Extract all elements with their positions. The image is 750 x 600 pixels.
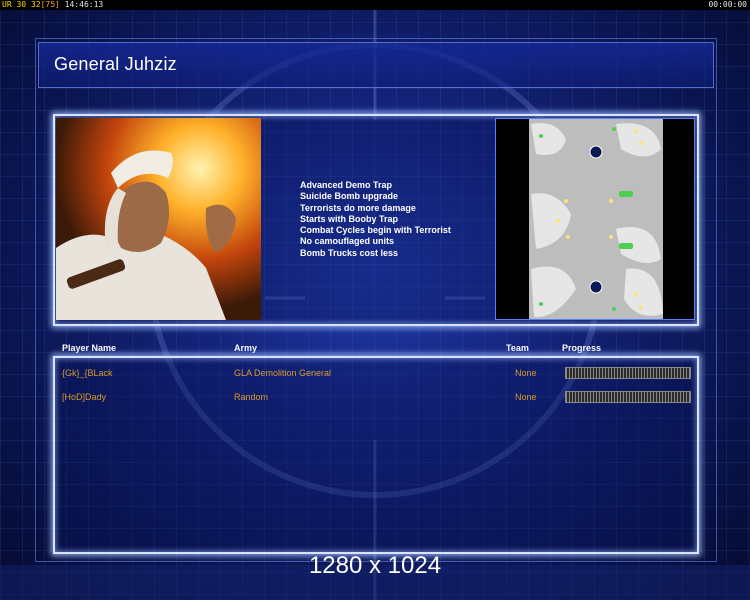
status-bar: UR 30 32[75] 14:46:13 00:00:00 — [0, 0, 750, 10]
player-progress-bar — [565, 367, 691, 379]
fps-value-c: [75] — [40, 0, 60, 9]
general-portrait — [56, 118, 261, 320]
player-row: [HoD]Dady Random None — [56, 388, 696, 406]
feature-item: Suicide Bomb upgrade — [300, 191, 399, 202]
feature-item: No camouflaged units — [300, 236, 395, 247]
feature-item: Bomb Trucks cost less — [300, 247, 399, 258]
resolution-label: 1280 x 1024 — [308, 552, 442, 579]
clock-left: 14:46:13 — [64, 0, 104, 9]
player-name: {Gk}_{BLack — [62, 368, 113, 378]
player-name: [HoD]Dady — [62, 392, 107, 402]
ur-label: UR — [2, 0, 12, 9]
general-features-list: Advanced Demo Trap Suicide Bomb upgrade … — [300, 180, 451, 259]
clock-right: 00:00:00 — [708, 0, 747, 9]
map-preview — [495, 118, 695, 320]
loading-screen: UR 30 32[75] 14:46:13 00:00:00 General J… — [0, 0, 750, 600]
player-army: Random — [234, 392, 269, 402]
player-army: GLA Demolition General — [234, 368, 332, 378]
feature-item: Terrorists do more damage — [300, 202, 416, 213]
feature-item: Starts with Booby Trap — [300, 213, 399, 224]
player-team: None — [515, 392, 537, 402]
feature-item: Advanced Demo Trap — [300, 180, 393, 190]
feature-item: Combat Cycles begin with Terrorist — [300, 225, 451, 236]
header-army: Army — [234, 343, 258, 353]
header-progress: Progress — [562, 343, 602, 353]
player-row: {Gk}_{BLack GLA Demolition General None — [56, 364, 696, 382]
players-panel — [53, 356, 699, 554]
fps-value-a: 30 — [16, 0, 27, 9]
header-team: Team — [506, 343, 529, 353]
general-title: General Juhziz — [54, 54, 177, 74]
fps-value-b: 32 — [30, 0, 41, 9]
player-progress-bar — [565, 391, 691, 403]
player-team: None — [515, 368, 537, 378]
header-player-name: Player Name — [62, 343, 117, 353]
